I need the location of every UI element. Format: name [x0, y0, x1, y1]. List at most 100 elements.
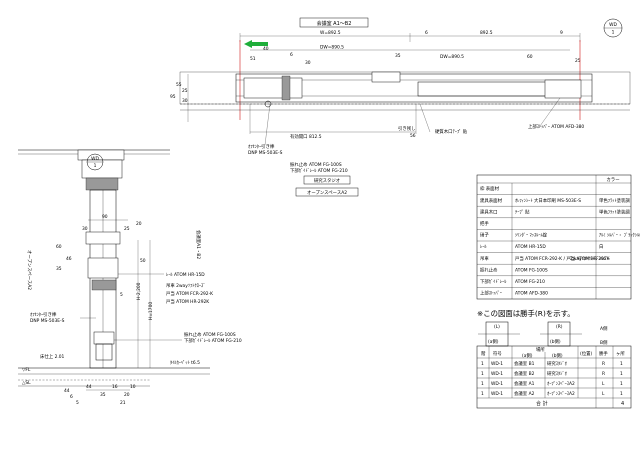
schedule-h-sym: 符号	[493, 350, 502, 357]
section-dim-30: 30	[82, 226, 88, 232]
spec-row-label: 吊車	[480, 255, 489, 262]
section-door-stop-right: 戸当 ATOM HR-292K	[166, 298, 209, 305]
section-dim-20b: 20	[124, 392, 130, 398]
schedule-total-value: 4	[621, 401, 624, 407]
section-dim-10: 10	[130, 384, 136, 390]
section-dim-46: 46	[66, 256, 72, 262]
plan-room-right: オープンスペースA2	[307, 190, 347, 196]
plan-view: W=892.5 892.5 6 9 DW=890.5 DW=890.5 60 5…	[170, 30, 631, 197]
plan-v55: 55	[176, 82, 182, 88]
plan-d6b: 6	[290, 52, 293, 58]
section-dim-44: 44	[86, 384, 92, 390]
section-fl-label: ▽FL	[22, 367, 31, 373]
plan-dw-right: DW=890.5	[440, 54, 464, 60]
spec-row-color: 単色ﾌﾗｯﾄ塗装調	[599, 197, 630, 204]
spec-row-value: ATOM FG-100S	[515, 267, 548, 273]
schedule-h-place-b: (b側)	[552, 352, 563, 359]
schedule-h-place-a: (a側)	[522, 352, 533, 359]
plan-frame-note: 硬質木口ﾃｰﾌﾟ 貼	[435, 128, 468, 135]
spec-row-value: ATOM FG-210	[515, 279, 545, 285]
schedule-cell-a: 会議室 A2	[514, 390, 535, 397]
spec-table: カラー 枠 表面材建具表面材 ｵﾚﾌｨﾝｼｰﾄ 大日本印刷 MS-503E-S 単色…	[476, 174, 640, 300]
plan-pull-margin: 引き残し	[398, 125, 416, 132]
plan-dw-left: DW=890.5	[320, 45, 344, 51]
section-dim-21: 21	[120, 400, 126, 406]
schedule-cell-sym: WD-1	[491, 391, 503, 397]
section-tile-note: ﾀｲﾙｶｰﾍﾟｯﾄ t6.5	[170, 359, 200, 366]
plan-w-total: W=892.5	[320, 30, 341, 36]
schedule-h-no: 階	[481, 350, 486, 357]
schedule-cell-floor: 1	[481, 371, 484, 377]
section-dim-5: 5	[120, 292, 123, 298]
schedule-cell-b: 研究ｽﾀｼﾞｵ	[547, 360, 568, 367]
section-sheet-no-top: WD	[91, 156, 99, 162]
section-sheet-number: WD 1	[86, 153, 104, 171]
spec-row-extra: 2wayｿﾌﾄｸﾛｰｽﾞ	[570, 255, 599, 262]
section-dim-20: 20	[136, 221, 142, 227]
schedule-cell-b: ｵｰﾌﾟﾝｽﾍﾟｰｽA2	[547, 380, 575, 387]
schedule-h-pos: (位置)	[580, 350, 592, 357]
schedule-table: 階 符号 場所 (a側) (b側) (位置) 勝手 ヶ所 1 WD-1 会議室 B1…	[476, 345, 632, 409]
section-f-dim-0: 44	[64, 388, 70, 394]
plan-d60: 60	[527, 54, 533, 60]
schedule-cell-floor: 1	[481, 391, 484, 397]
schedule-cell-qty: 1	[620, 391, 623, 397]
spec-row-color: 単色ﾌﾗｯﾄ塗装調	[599, 208, 630, 215]
schedule-h-qty: ヶ所	[616, 350, 625, 357]
spec-row-label: 建具表面材	[480, 197, 503, 204]
plan-note-guide-1: 振れ止め ATOM FG-100S	[290, 161, 342, 168]
section-dim-50: 50	[140, 258, 146, 264]
spec-row-value: ｼﾘﾝﾀﾞｰ ﾏｯｽﾙｰﾑ錠	[515, 232, 548, 239]
schedule-total-label: 合 計	[536, 400, 548, 407]
plan-opening: 有効開口 812.5	[290, 133, 322, 140]
section-dim-16: 16	[112, 384, 118, 390]
hand-note-block: ※この図面は勝手(R)を示す。 (L) (R) A側 B側 (a側) (b側)	[477, 309, 608, 347]
section-hanger-note: 吊車 2wayｿﾌﾄｸﾛｰｽﾞ	[166, 282, 205, 289]
schedule-cell-floor: 1	[481, 381, 484, 387]
hand-note: ※この図面は勝手(R)を示す。	[477, 309, 575, 318]
plan-d30: 30	[305, 60, 311, 66]
schedule-cell-a: 会議室 A1	[514, 380, 535, 387]
schedule-cell-sym: WD-1	[491, 371, 503, 377]
spec-row-color: 白	[599, 243, 603, 250]
plan-d51: 51	[250, 56, 256, 62]
schedule-cell-hand: L	[602, 391, 605, 397]
plan-note-pull-2: DNP MS-503E-S	[248, 150, 283, 156]
plan-d40: 40	[263, 46, 269, 52]
spec-color-header: カラー	[606, 177, 619, 183]
section-label-right: 会議室A1・B2	[195, 230, 202, 259]
plan-d35: 35	[395, 53, 401, 59]
schedule-cell-hand: R	[602, 361, 605, 367]
sheet-number-top-value: 1	[612, 30, 615, 36]
plan-v30: 30	[182, 98, 188, 104]
spec-row-label: 上部ｽﾄｯﾊﾟｰ	[480, 290, 502, 297]
section-f-dim-1: 6	[70, 394, 73, 400]
section-dim-35b: 35	[100, 392, 106, 398]
section-pull-note-2: DNP MS-503E-S	[30, 318, 65, 324]
spec-row-color: ｼﾙﾊﾞｰ	[599, 255, 610, 262]
plan-w-right: 892.5	[480, 30, 493, 36]
section-dim-h2: H-2,200	[136, 282, 142, 300]
room-title: 会議室 A1～B2	[317, 20, 352, 27]
schedule-cell-qty: 1	[620, 371, 623, 377]
schedule-cell-a: 会議室 B2	[514, 370, 535, 377]
schedule-rows: 1 WD-1 会議室 B1 研究ｽﾀｼﾞｵ R 1 1 WD-1 会議室 B2 研究ｽﾀｼﾞｵ R 1…	[477, 360, 631, 397]
schedule-cell-a: 会議室 B1	[514, 360, 535, 367]
section-pull-note-1: ｵﾌｾﾝﾀｰ引き棒	[30, 311, 57, 318]
spec-row-color: ｱﾙﾐ ｼﾙﾊﾞｰ・ ﾌﾞﾗｯｸｼﾙﾊﾞｰ	[599, 232, 640, 239]
sheet-number-top: WD 1	[603, 18, 623, 38]
section-sl-label: △SL	[22, 380, 31, 386]
plan-d9: 9	[560, 30, 563, 36]
plan-note-pull-1: ｵﾌｾﾝﾀｰ引き棒	[248, 143, 275, 150]
plan-pull-value: 56	[410, 133, 416, 139]
spec-row-label: 把手	[480, 220, 489, 227]
spec-row-value: ﾃｰﾌﾟ 貼	[515, 208, 530, 215]
spec-row-label: ﾚｰﾙ	[480, 245, 487, 250]
section-dim-35: 35	[56, 266, 62, 272]
hand-a-side: A側	[600, 325, 608, 332]
plan-room-left: 研究スタジオ	[314, 177, 340, 184]
spec-row-label: 振れ止め	[480, 266, 498, 273]
section-door-stop-left: 戸当 ATOM FCR-292-K	[166, 290, 213, 297]
hand-l-label: (L)	[494, 324, 500, 330]
plan-d6: 6	[425, 30, 428, 36]
